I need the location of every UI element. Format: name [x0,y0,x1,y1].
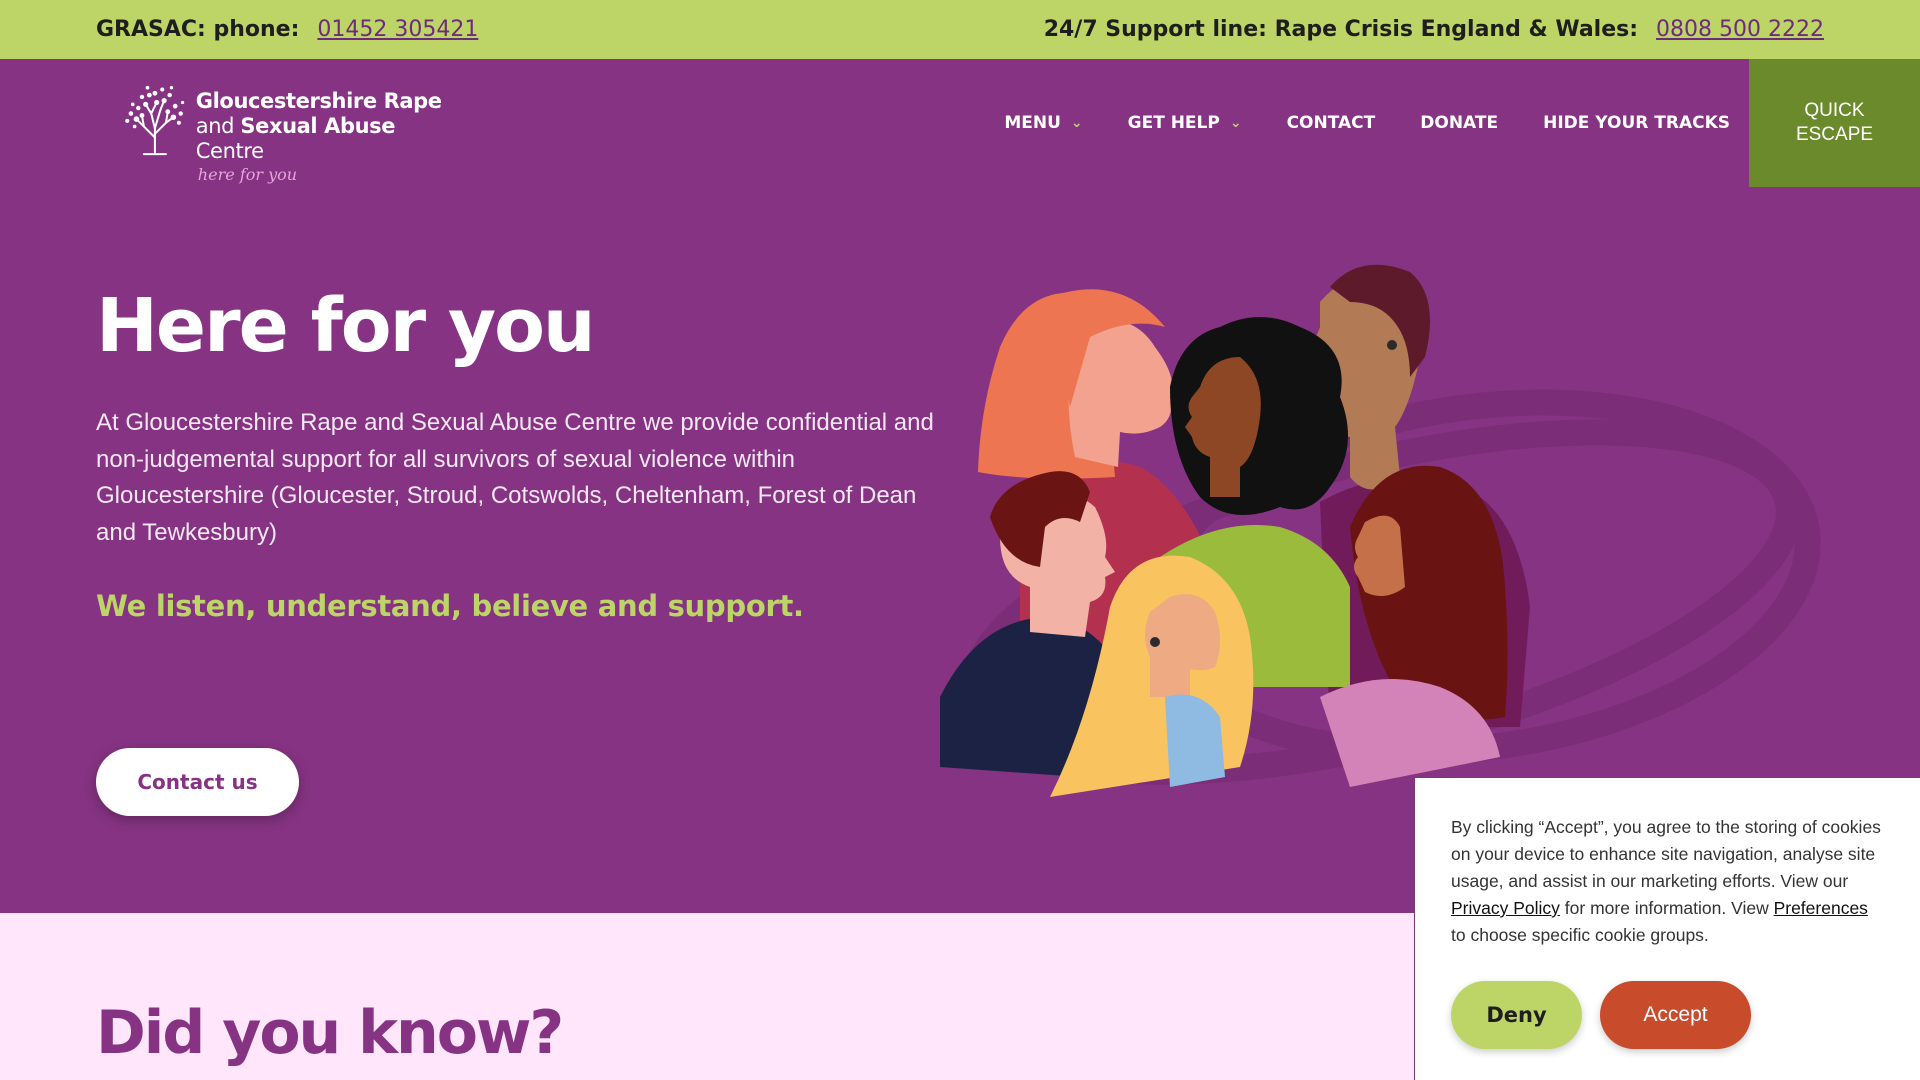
cookie-text-1: By clicking “Accept”, you agree to the s… [1451,817,1881,891]
logo-tagline: here for you [197,165,298,184]
nav-contact[interactable]: CONTACT [1287,113,1376,133]
contact-us-button[interactable]: Contact us [96,748,299,816]
logo-line1: Gloucestershire Rape [195,89,442,113]
quick-escape-line1: QUICK [1804,100,1865,121]
hero-title: Here for you [96,283,596,369]
support-line-link[interactable]: 0808 500 2222 [1656,17,1824,42]
cookie-text-2: for more information. View [1559,898,1774,918]
logo-line2-c: Centre [195,139,264,163]
person-blonde-earring [1150,637,1160,647]
main-nav: MENU ⌄ GET HELP ⌄ CONTACT DONATE HIDE YO… [1004,59,1730,187]
chevron-down-icon: ⌄ [1229,115,1242,131]
support-line-group: 24/7 Support line: Rape Crisis England &… [1044,17,1824,42]
logo-line2: and Sexual Abuse Centre [196,114,448,164]
cookie-banner: By clicking “Accept”, you agree to the s… [1414,777,1920,1080]
quick-escape-text: QUICK ESCAPE [1796,99,1873,147]
nav-donate[interactable]: DONATE [1420,113,1498,133]
grasac-phone-link[interactable]: 01452 305421 [317,17,478,42]
tree-icon [125,85,185,156]
accept-button[interactable]: Accept [1600,981,1751,1049]
site-header: Gloucestershire Rape and Sexual Abuse Ce… [0,59,1920,187]
group-of-people-illustration [940,264,1821,797]
cookie-text: By clicking “Accept”, you agree to the s… [1451,814,1886,949]
nav-hide-your-tracks[interactable]: HIDE YOUR TRACKS [1543,113,1730,133]
nav-menu-label: MENU [1004,113,1061,133]
cookie-text-3: to choose specific cookie groups. [1451,925,1709,945]
nav-get-help[interactable]: GET HELP ⌄ [1128,113,1242,133]
site-logo[interactable]: Gloucestershire Rape and Sexual Abuse Ce… [118,79,448,184]
logo-line2-a: and [195,114,241,138]
top-contact-bar: GRASAC: phone: 01452 305421 24/7 Support… [0,0,1920,59]
deny-button[interactable]: Deny [1451,981,1582,1049]
quick-escape-line2: ESCAPE [1795,124,1874,145]
person-man-earring [1387,340,1397,350]
nav-menu[interactable]: MENU ⌄ [1004,113,1082,133]
hero-description: At Gloucestershire Rape and Sexual Abuse… [96,409,934,546]
nav-get-help-label: GET HELP [1127,113,1220,133]
preferences-link[interactable]: Preferences [1774,898,1868,918]
did-you-know-heading: Did you know? [96,998,564,1068]
cookie-buttons: Deny Accept [1451,981,1886,1049]
grasac-phone-label: GRASAC: phone: [96,17,300,42]
logo-text: Gloucestershire Rape and Sexual Abuse Ce… [195,89,448,184]
privacy-policy-link[interactable]: Privacy Policy [1451,898,1560,918]
logo-line2-b: Sexual Abuse [240,114,396,138]
support-line-label: 24/7 Support line: Rape Crisis England &… [1043,17,1639,42]
hero-tagline: We listen, understand, believe and suppo… [96,589,804,623]
quick-escape-button[interactable]: QUICK ESCAPE [1749,59,1920,187]
grasac-phone-group: GRASAC: phone: 01452 305421 [96,17,478,42]
chevron-down-icon: ⌄ [1070,115,1083,131]
